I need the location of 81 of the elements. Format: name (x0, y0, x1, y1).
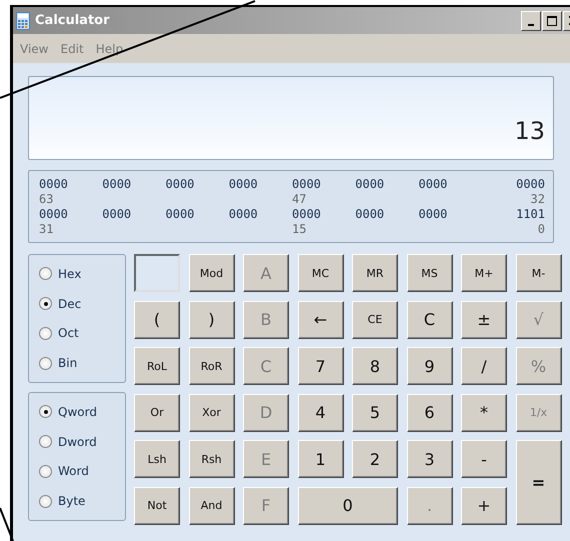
radio-button[interactable] (39, 356, 52, 370)
window-title: Calculator (35, 13, 110, 28)
calculator-key[interactable]: 5 (352, 394, 398, 432)
calculator-key[interactable]: ) (188, 300, 234, 338)
radio-button[interactable] (39, 494, 52, 508)
calculator-key[interactable]: 1 (298, 440, 344, 478)
bit-position: 32 (530, 192, 545, 207)
bit-group: 0000 (102, 177, 166, 192)
calculator-key[interactable]: MC (298, 254, 344, 292)
bit-position: 47 (292, 192, 308, 207)
radio-option[interactable]: Dword (39, 434, 97, 449)
bit-group: 0000 (355, 177, 418, 192)
calculator-key[interactable]: Mod (188, 254, 234, 292)
calculator-key[interactable]: ( (134, 300, 180, 338)
radio-button[interactable] (39, 297, 52, 310)
memory-indicator (134, 254, 180, 292)
radio-option[interactable]: Qword (39, 404, 97, 419)
calculator-key[interactable]: - (461, 440, 507, 478)
radio-option[interactable]: Oct (39, 326, 79, 340)
bit-group: 0000 (39, 177, 102, 192)
calculator-key[interactable]: 8 (352, 347, 398, 385)
radio-option[interactable]: Byte (39, 494, 86, 508)
radio-button[interactable] (39, 464, 52, 478)
calculator-key[interactable]: And (188, 486, 234, 524)
minimize-icon (528, 24, 534, 26)
calculator-key[interactable]: M- (516, 254, 562, 292)
calculator-key[interactable]: RoR (188, 347, 234, 385)
bit-group: 0000 (292, 177, 356, 192)
bit-group: 0000 (166, 177, 229, 192)
bit-group: 0000 (292, 207, 356, 222)
calculator-key[interactable]: = (516, 440, 562, 524)
calculator-key[interactable]: 3 (406, 440, 452, 478)
calculator-key[interactable]: / (461, 347, 507, 385)
bit-group: 0000 (418, 207, 482, 222)
display-value: 13 (514, 117, 545, 145)
calculator-key[interactable]: + (461, 486, 507, 524)
bit-group: 0000 (228, 177, 292, 192)
bit-group: 0000 (418, 177, 482, 192)
bit-group: 0000 (516, 177, 545, 192)
calculator-key[interactable]: 7 (298, 347, 344, 385)
bit-group: 0000 (39, 207, 102, 222)
calculator-key[interactable]: 2 (352, 440, 398, 478)
calculator-key[interactable]: M+ (461, 254, 507, 292)
calculator-key[interactable]: 0 (298, 486, 398, 524)
calculator-key[interactable]: Or (134, 394, 180, 432)
bit-group: 0000 (166, 207, 229, 222)
radio-button[interactable] (39, 267, 52, 280)
calculator-icon (16, 12, 30, 30)
radio-button[interactable] (39, 435, 52, 448)
bit-group: 0000 (102, 207, 166, 222)
bit-position: 31 (39, 222, 54, 237)
calculator-key[interactable]: ← (298, 300, 344, 338)
calculator-key[interactable]: ± (461, 300, 507, 338)
calculator-key[interactable]: C (406, 300, 452, 338)
minimize-button[interactable] (521, 10, 541, 30)
calculator-key[interactable]: Not (134, 486, 180, 524)
bit-position: 15 (292, 222, 308, 237)
bit-group: 0000 (228, 207, 292, 222)
bit-position: 0 (538, 222, 545, 237)
maximize-icon (547, 16, 557, 26)
calculator-key[interactable]: RoL (134, 347, 180, 385)
calculator-key[interactable]: Xor (188, 394, 234, 432)
calculator-key[interactable]: 6 (406, 394, 452, 432)
radio-option[interactable]: Bin (39, 356, 78, 370)
calculator-key[interactable]: Rsh (188, 440, 234, 478)
calculator-key[interactable]: * (461, 394, 507, 432)
calculator-key[interactable]: 4 (298, 394, 344, 432)
calculator-key[interactable]: MR (352, 254, 398, 292)
bit-position: 63 (39, 192, 54, 207)
calculator-key[interactable]: CE (352, 300, 398, 338)
radio-button[interactable] (39, 326, 52, 340)
calculator-key[interactable]: MS (406, 254, 452, 292)
radio-button[interactable] (39, 405, 52, 418)
calculator-key[interactable]: Lsh (134, 440, 180, 478)
maximize-button[interactable] (542, 10, 562, 30)
radio-option[interactable]: Word (39, 464, 89, 478)
radio-option[interactable]: Dec (39, 296, 82, 311)
calculator-key[interactable]: 9 (406, 347, 452, 385)
bit-group: 0000 (355, 207, 418, 222)
bit-group: 1101 (516, 207, 545, 222)
radio-option[interactable]: Hex (39, 266, 82, 281)
